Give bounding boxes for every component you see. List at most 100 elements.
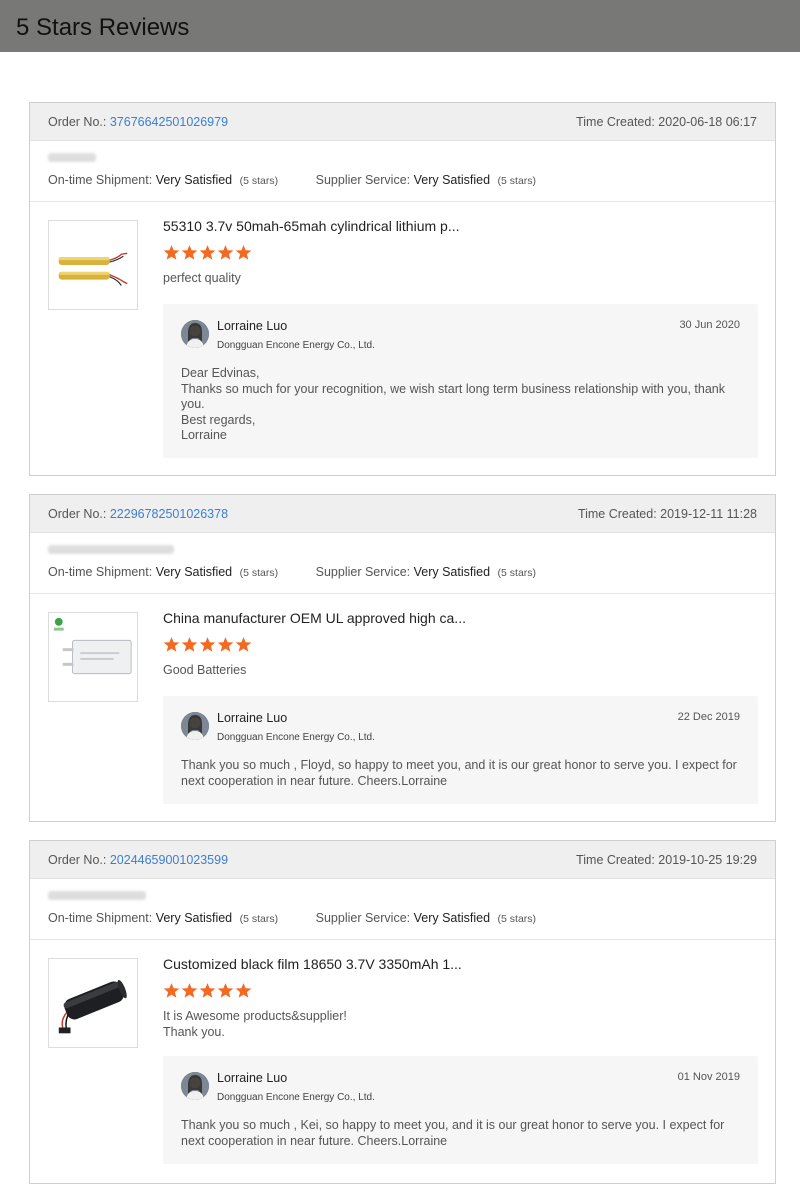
reply-date: 01 Nov 2019 <box>677 1071 740 1083</box>
ontime-value: Very Satisfied <box>155 173 233 187</box>
reply-company: Dongguan Encone Energy Co., Ltd. <box>217 732 375 743</box>
ontime-value: Very Satisfied <box>155 911 233 925</box>
order-number-link[interactable]: 20244659001023599 <box>110 853 228 867</box>
avatar <box>181 712 209 740</box>
supplier-stars-note: (5 stars) <box>497 567 537 579</box>
review-line: perfect quality <box>163 271 241 285</box>
page-banner: 5 Stars Reviews <box>0 0 800 52</box>
order-header: Order No.: 37676642501026979 Time Create… <box>30 103 775 141</box>
order-header: Order No.: 20244659001023599 Time Create… <box>30 841 775 879</box>
reply-company: Dongguan Encone Energy Co., Ltd. <box>217 340 375 351</box>
star-rating <box>163 244 252 261</box>
ontime-value: Very Satisfied <box>155 565 233 579</box>
time-created-label: Time Created: <box>576 114 655 129</box>
order-number-link[interactable]: 37676642501026979 <box>110 115 228 129</box>
supplier-label: Supplier Service: <box>315 565 411 579</box>
order-label: Order No.: <box>48 114 107 129</box>
star-icon <box>199 245 216 260</box>
review-text: It is Awesome products&supplier! Thank y… <box>163 1008 347 1040</box>
reply-line: Dear Edvinas, <box>181 366 260 380</box>
ontime-stars-note: (5 stars) <box>239 175 279 187</box>
reply-line: Thank you so much , Kei, so happy to mee… <box>181 1118 725 1148</box>
product-thumbnail[interactable] <box>48 220 138 310</box>
order-info: Order No.: 20244659001023599 <box>48 853 228 867</box>
ratings-summary: On-time Shipment: Very Satisfied (5 star… <box>48 173 536 187</box>
review-line: Thank you. <box>163 1025 225 1039</box>
supplier-value: Very Satisfied <box>413 565 491 579</box>
star-icon <box>217 637 234 652</box>
review-line: It is Awesome products&supplier! <box>163 1009 347 1023</box>
star-icon <box>181 983 198 998</box>
reply-author-name: Lorraine Luo <box>217 319 288 333</box>
buyer-name-blurred <box>48 891 146 900</box>
star-icon <box>181 245 198 260</box>
star-icon <box>181 637 198 652</box>
reply-text: Dear Edvinas, Thanks so much for your re… <box>181 366 741 444</box>
star-icon <box>199 637 216 652</box>
reply-date: 22 Dec 2019 <box>677 711 740 723</box>
buyer-name-blurred <box>48 153 96 162</box>
time-created: Time Created: 2019-10-25 19:29 <box>576 853 757 867</box>
supplier-label: Supplier Service: <box>315 173 411 187</box>
star-rating <box>163 636 252 653</box>
buyer-ratings-row: On-time Shipment: Very Satisfied (5 star… <box>30 533 775 594</box>
supplier-value: Very Satisfied <box>413 173 491 187</box>
time-created: Time Created: 2019-12-11 11:28 <box>578 507 757 521</box>
product-title-link[interactable]: Customized black film 18650 3.7V 3350mAh… <box>163 956 462 972</box>
supplier-reply: Lorraine Luo Dongguan Encone Energy Co.,… <box>163 304 758 458</box>
reply-line: Thanks so much for your recognition, we … <box>181 381 726 412</box>
review-card: Order No.: 37676642501026979 Time Create… <box>29 102 776 476</box>
star-rating <box>163 982 252 999</box>
star-icon <box>217 245 234 260</box>
reply-line: Best regards, <box>181 412 256 427</box>
reply-author-name: Lorraine Luo <box>217 1071 288 1085</box>
star-icon <box>235 983 252 998</box>
order-label: Order No.: <box>48 506 107 521</box>
avatar <box>181 1072 209 1100</box>
star-icon <box>163 637 180 652</box>
buyer-ratings-row: On-time Shipment: Very Satisfied (5 star… <box>30 141 775 202</box>
supplier-stars-note: (5 stars) <box>497 175 537 187</box>
product-thumbnail[interactable] <box>48 958 138 1048</box>
product-thumbnail[interactable] <box>48 612 138 702</box>
supplier-reply: Lorraine Luo Dongguan Encone Energy Co.,… <box>163 696 758 804</box>
pouch-battery-image <box>53 617 132 675</box>
star-icon <box>163 983 180 998</box>
review-text: perfect quality <box>163 270 241 286</box>
reply-company: Dongguan Encone Energy Co., Ltd. <box>217 1092 375 1103</box>
buyer-name-blurred <box>48 545 174 554</box>
order-header: Order No.: 22296782501026378 Time Create… <box>30 495 775 533</box>
reply-date: 30 Jun 2020 <box>679 319 740 331</box>
reply-text: Thank you so much , Kei, so happy to mee… <box>181 1118 741 1149</box>
star-icon <box>235 637 252 652</box>
reply-author-name: Lorraine Luo <box>217 711 288 725</box>
buyer-ratings-row: On-time Shipment: Very Satisfied (5 star… <box>30 879 775 940</box>
product-title-link[interactable]: China manufacturer OEM UL approved high … <box>163 610 466 626</box>
product-title-link[interactable]: 55310 3.7v 50mah-65mah cylindrical lithi… <box>163 218 460 234</box>
ontime-label: On-time Shipment: <box>48 911 153 925</box>
review-line: Good Batteries <box>163 663 247 677</box>
time-created-value: 2020-06-18 06:17 <box>658 114 757 129</box>
time-created-label: Time Created: <box>577 506 657 521</box>
supplier-value: Very Satisfied <box>413 911 491 925</box>
time-created-value: 2019-12-11 11:28 <box>660 506 757 521</box>
order-label: Order No.: <box>48 852 107 867</box>
time-created-value: 2019-10-25 19:29 <box>658 852 757 867</box>
cylindrical-battery-image <box>58 252 128 286</box>
order-info: Order No.: 37676642501026979 <box>48 115 228 129</box>
ratings-summary: On-time Shipment: Very Satisfied (5 star… <box>48 911 536 925</box>
ontime-stars-note: (5 stars) <box>239 913 279 925</box>
order-info: Order No.: 22296782501026378 <box>48 507 228 521</box>
time-created: Time Created: 2020-06-18 06:17 <box>576 115 757 129</box>
review-text: Good Batteries <box>163 662 246 678</box>
battery-pack-image <box>58 979 127 1034</box>
reply-line: Thank you so much , Floyd, so happy to m… <box>181 758 737 788</box>
reply-line: Lorraine <box>181 428 227 442</box>
star-icon <box>235 245 252 260</box>
ontime-label: On-time Shipment: <box>48 173 153 187</box>
order-number-link[interactable]: 22296782501026378 <box>110 507 228 521</box>
supplier-stars-note: (5 stars) <box>497 913 537 925</box>
banner-title: 5 Stars Reviews <box>16 14 190 41</box>
supplier-reply: Lorraine Luo Dongguan Encone Energy Co.,… <box>163 1056 758 1164</box>
review-card: Order No.: 22296782501026378 Time Create… <box>29 494 776 822</box>
